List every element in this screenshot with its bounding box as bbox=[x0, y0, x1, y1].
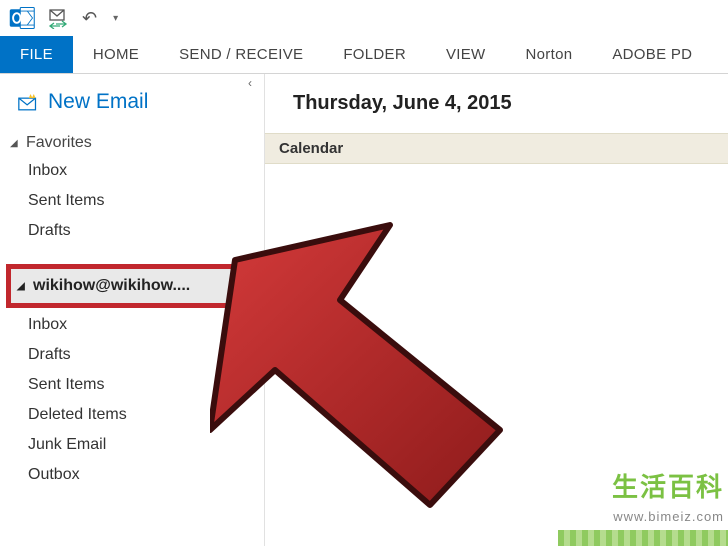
tab-norton[interactable]: Norton bbox=[506, 36, 593, 73]
folder-junk[interactable]: Junk Email bbox=[0, 430, 264, 460]
title-bar: ↶ ▾ bbox=[0, 0, 728, 36]
date-header: Thursday, June 4, 2015 bbox=[265, 92, 728, 133]
folder-deleted[interactable]: Deleted Items bbox=[0, 400, 264, 430]
tab-view[interactable]: VIEW bbox=[426, 36, 506, 73]
expand-icon: ◢ bbox=[17, 281, 29, 292]
folder-inbox-fav[interactable]: Inbox bbox=[0, 156, 264, 186]
ribbon-tabs: FILE HOME SEND / RECEIVE FOLDER VIEW Nor… bbox=[0, 36, 728, 74]
folder-inbox[interactable]: Inbox bbox=[0, 310, 264, 340]
tab-folder[interactable]: FOLDER bbox=[323, 36, 426, 73]
folder-sent[interactable]: Sent Items bbox=[0, 370, 264, 400]
new-email-label: New Email bbox=[48, 90, 148, 114]
folder-drafts[interactable]: Drafts bbox=[0, 340, 264, 370]
navigation-pane: ‹ New Email ◢ Favorites Inbox Sent Items… bbox=[0, 74, 265, 546]
qat-customize-icon[interactable]: ▾ bbox=[113, 13, 118, 24]
outlook-logo-icon bbox=[8, 4, 36, 32]
watermark-bar bbox=[558, 530, 728, 546]
tab-home[interactable]: HOME bbox=[73, 36, 159, 73]
favorites-header[interactable]: ◢ Favorites bbox=[0, 130, 264, 156]
watermark-text: 生活百科 bbox=[612, 467, 724, 504]
send-receive-qat-icon[interactable] bbox=[48, 7, 70, 29]
calendar-section-header[interactable]: Calendar bbox=[265, 133, 728, 164]
account-section: ◢ wikihow@wikihow.... Inbox Drafts Sent … bbox=[0, 264, 264, 490]
watermark-url: www.bimeiz.com bbox=[613, 509, 724, 524]
new-email-icon bbox=[18, 93, 38, 111]
expand-icon: ◢ bbox=[10, 138, 22, 149]
favorites-label: Favorites bbox=[26, 134, 92, 152]
account-label: wikihow@wikihow.... bbox=[33, 277, 190, 295]
tab-file[interactable]: FILE bbox=[0, 36, 73, 73]
undo-icon[interactable]: ↶ bbox=[82, 8, 97, 29]
folder-drafts-fav[interactable]: Drafts bbox=[0, 216, 264, 246]
tab-adobe-pdf[interactable]: ADOBE PD bbox=[592, 36, 712, 73]
collapse-pane-icon[interactable]: ‹ bbox=[248, 76, 252, 90]
tab-send-receive[interactable]: SEND / RECEIVE bbox=[159, 36, 323, 73]
new-email-button[interactable]: New Email bbox=[0, 84, 264, 130]
folder-sent-fav[interactable]: Sent Items bbox=[0, 186, 264, 216]
account-header[interactable]: ◢ wikihow@wikihow.... bbox=[11, 269, 253, 303]
folder-outbox[interactable]: Outbox bbox=[0, 460, 264, 490]
highlight-box: ◢ wikihow@wikihow.... bbox=[6, 264, 258, 308]
